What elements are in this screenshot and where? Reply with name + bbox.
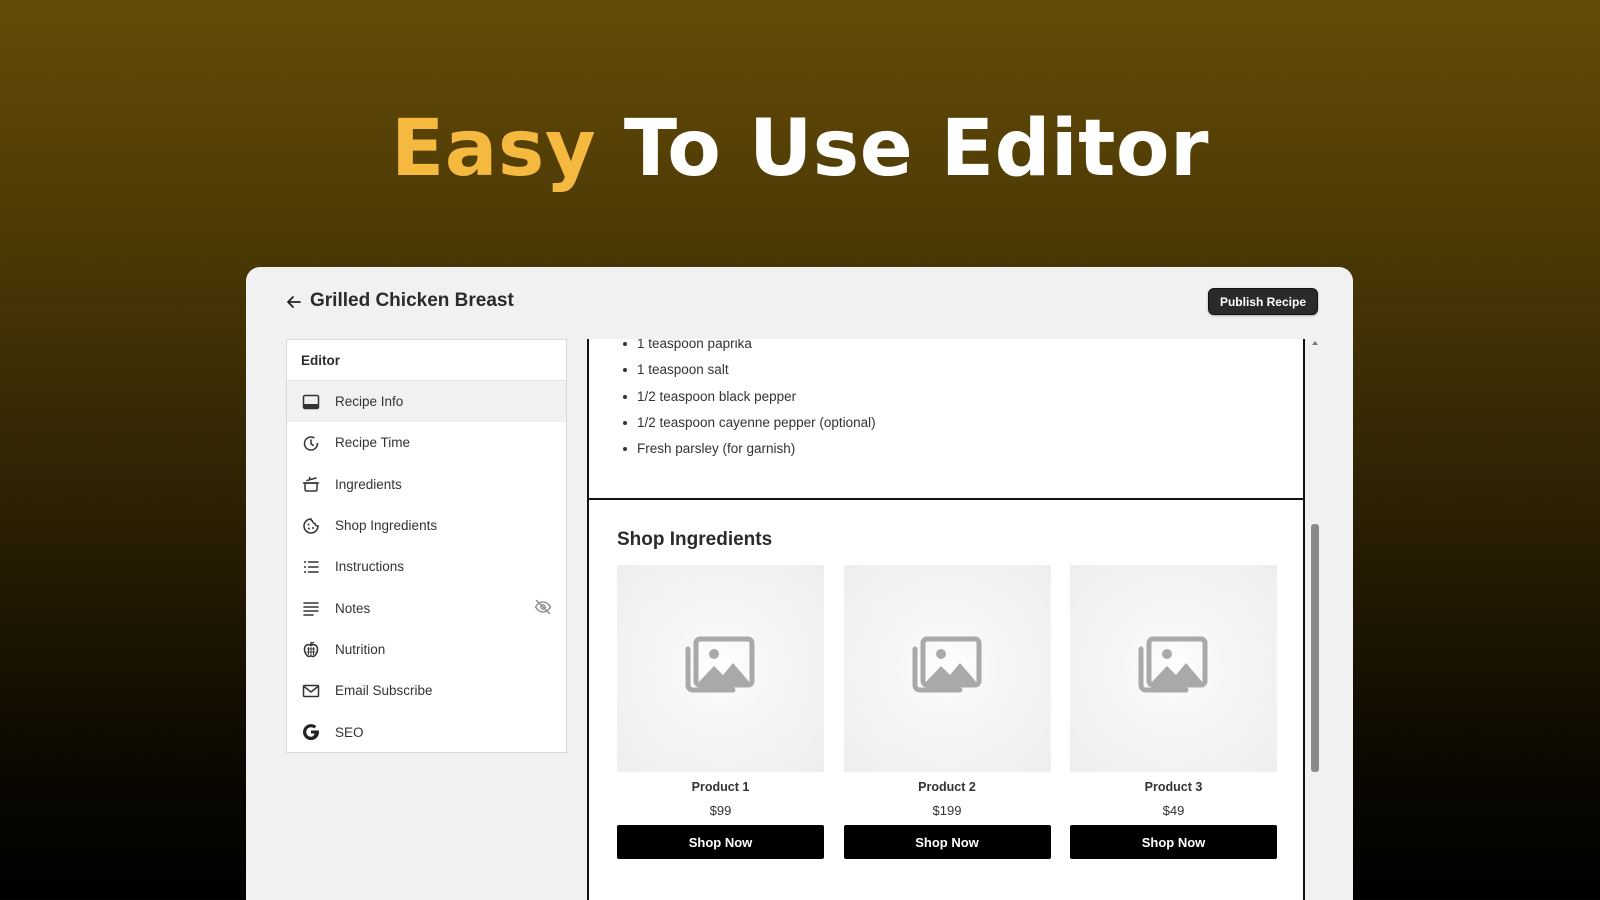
google-icon [303, 724, 320, 741]
list-item: 1 teaspoon paprika [623, 339, 876, 357]
editor-topbar: Grilled Chicken Breast Publish Recipe [286, 287, 1318, 317]
list-item: 1/2 teaspoon cayenne pepper (optional) [623, 410, 876, 436]
apple-icon [303, 642, 319, 658]
sidebar-item-label: Ingredients [335, 476, 402, 492]
timer-icon [303, 436, 319, 451]
product-image [1070, 565, 1277, 772]
sidebar-item-label: SEO [335, 724, 364, 740]
list-item: 1 teaspoon salt [623, 357, 876, 383]
sidebar-item-label: Nutrition [335, 641, 386, 657]
notes-icon [303, 602, 319, 616]
sidebar-item-email-subscribe[interactable]: Email Subscribe [287, 670, 566, 711]
shop-ingredients-title: Shop Ingredients [617, 529, 773, 550]
hero-title-rest: To Use Editor [623, 104, 1209, 194]
sidebar-item-instructions[interactable]: Instructions [287, 546, 566, 587]
sidebar-item-label: Shop Ingredients [335, 518, 438, 534]
sidebar-item-recipe-time[interactable]: Recipe Time [287, 422, 566, 463]
editor-sidebar: Editor Recipe Info Recipe Time Ingredien… [286, 339, 567, 753]
cookie-icon [303, 517, 319, 534]
product-name: Product 1 [691, 780, 750, 794]
list-item: Fresh parsley (for garnish) [623, 436, 876, 462]
image-placeholder-icon [685, 636, 755, 693]
hero-title: Easy To Use Editor [0, 104, 1600, 194]
sidebar-item-label: Email Subscribe [335, 683, 433, 699]
product-price: $49 [1162, 803, 1185, 818]
sidebar-item-label: Recipe Time [335, 435, 411, 451]
eye-off-icon[interactable] [534, 598, 552, 616]
product-card: Product 3 $49 Shop Now [1070, 565, 1277, 859]
recipe-preview: 1 teaspoon paprika 1 teaspoon salt 1/2 t… [587, 339, 1305, 900]
sidebar-header: Editor [287, 340, 566, 381]
shop-now-button[interactable]: Shop Now [843, 825, 1051, 859]
image-placeholder-icon [1138, 636, 1208, 693]
product-card: Product 1 $99 Shop Now [617, 565, 824, 859]
sidebar-item-nutrition[interactable]: Nutrition [287, 629, 566, 670]
sidebar-item-notes[interactable]: Notes [287, 587, 566, 628]
product-name: Product 3 [1144, 780, 1203, 794]
product-grid: Product 1 $99 Shop Now Product 2 $199 Sh… [617, 565, 1277, 859]
preview-scrollbar[interactable] [1309, 339, 1321, 900]
sidebar-item-seo[interactable]: SEO [287, 711, 566, 752]
sidebar-item-label: Recipe Info [335, 394, 404, 410]
recipe-info-icon [302, 394, 320, 409]
list-item: 1/2 teaspoon black pepper [623, 384, 876, 410]
product-price: $99 [709, 803, 732, 818]
sidebar-item-label: Notes [335, 600, 371, 616]
product-image [617, 565, 824, 772]
sidebar-item-shop-ingredients[interactable]: Shop Ingredients [287, 505, 566, 546]
sidebar-item-ingredients[interactable]: Ingredients [287, 464, 566, 505]
arrow-left-icon[interactable] [286, 294, 302, 310]
pot-icon [302, 476, 320, 492]
editor-window: Grilled Chicken Breast Publish Recipe Ed… [246, 267, 1353, 900]
product-price: $199 [932, 803, 962, 818]
sidebar-item-recipe-info[interactable]: Recipe Info [287, 381, 566, 423]
product-image [843, 565, 1051, 772]
shop-now-button[interactable]: Shop Now [617, 825, 824, 859]
recipe-title: Grilled Chicken Breast [310, 290, 514, 311]
product-card: Product 2 $199 Shop Now [843, 565, 1051, 859]
publish-recipe-button[interactable]: Publish Recipe [1207, 288, 1318, 315]
mail-icon [302, 684, 320, 697]
hero-title-accent: Easy [391, 104, 597, 194]
scroll-up-arrow[interactable] [1312, 341, 1318, 345]
shop-now-button[interactable]: Shop Now [1070, 825, 1277, 859]
scrollbar-thumb[interactable] [1311, 524, 1319, 772]
section-divider [589, 498, 1303, 500]
ingredient-list: 1 teaspoon paprika 1 teaspoon salt 1/2 t… [623, 339, 876, 462]
product-name: Product 2 [918, 780, 976, 794]
sidebar-item-label: Instructions [335, 559, 405, 575]
image-placeholder-icon [912, 636, 981, 693]
list-icon [304, 560, 319, 573]
